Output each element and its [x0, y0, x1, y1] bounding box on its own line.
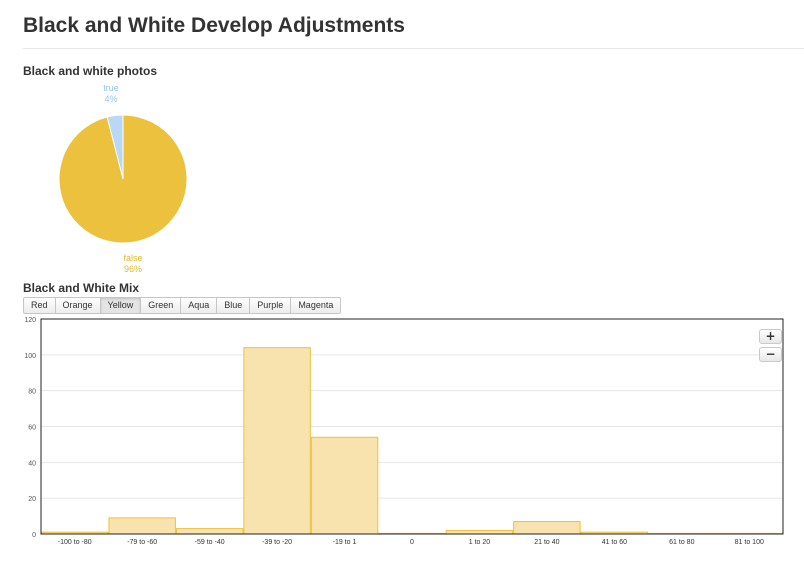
bar-6[interactable] — [445, 529, 514, 535]
bw-photos-pie-chart: true4% false96% — [58, 83, 188, 274]
x-tick-label: -100 to -80 — [58, 539, 92, 546]
y-tick-label: 20 — [28, 496, 36, 503]
zoom-out-button[interactable]: − — [759, 347, 782, 362]
bar-7[interactable] — [513, 520, 581, 535]
x-tick-label: -39 to -20 — [262, 539, 292, 546]
bw-photos-title: Black and white photos — [23, 64, 158, 78]
y-tick-label: 100 — [24, 353, 36, 360]
x-tick-label: 0 — [410, 539, 414, 546]
y-tick-label: 0 — [32, 532, 36, 539]
title-divider — [23, 48, 804, 49]
bar-3[interactable] — [243, 347, 311, 535]
bar-2[interactable] — [175, 528, 244, 535]
x-tick-label: -19 to 1 — [333, 539, 357, 546]
y-tick-label: 60 — [28, 425, 36, 432]
pie-label-true: true — [103, 83, 119, 93]
bw-mix-title: Black and White Mix — [23, 281, 140, 295]
bar-1[interactable] — [108, 517, 176, 535]
x-tick-label: 41 to 60 — [602, 539, 627, 546]
pie-label-false: false — [123, 253, 142, 263]
pie-slice-false[interactable] — [58, 114, 188, 244]
pie-pct-true: 4% — [104, 94, 117, 104]
x-tick-label: 81 to 100 — [735, 539, 764, 546]
x-tick-label: 1 to 20 — [469, 539, 491, 546]
x-tick-label: 61 to 80 — [669, 539, 694, 546]
x-tick-label: -59 to -40 — [195, 539, 225, 546]
bw-mix-histogram: 0 20 40 60 80 100 120 -100 to -80 -79 to -60 -59 … — [24, 317, 784, 546]
y-tick-label: 80 — [28, 389, 36, 396]
y-tick-label: 120 — [24, 317, 36, 324]
bar-4[interactable] — [310, 436, 379, 535]
zoom-in-button[interactable]: + — [759, 329, 782, 344]
x-tick-label: -79 to -60 — [127, 539, 157, 546]
x-tick-label: 21 to 40 — [534, 539, 559, 546]
page-title: Black and White Develop Adjustments — [23, 14, 405, 37]
pie-pct-false: 96% — [124, 264, 142, 274]
y-tick-label: 40 — [28, 460, 36, 467]
